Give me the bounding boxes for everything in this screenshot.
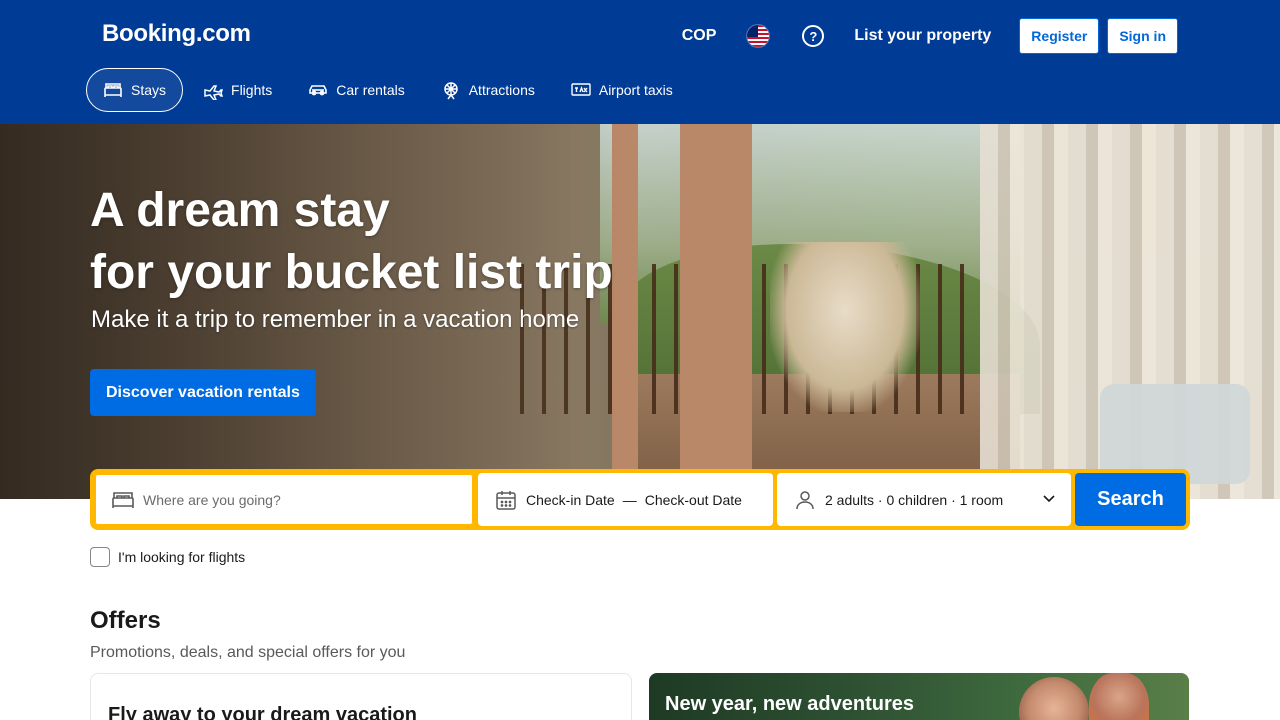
flights-checkbox[interactable]	[90, 547, 110, 567]
search-button[interactable]: Search	[1075, 473, 1186, 526]
car-icon	[308, 80, 328, 100]
currency-button[interactable]: COP	[670, 18, 729, 54]
register-button[interactable]: Register	[1019, 18, 1100, 54]
offer-card[interactable]: Fly away to your dream vacation	[90, 673, 632, 720]
hero-pillar	[680, 124, 752, 499]
hero-title-line2: for your bucket list trip	[90, 246, 613, 299]
date-separator: —	[622, 491, 637, 508]
nav-airport-taxis[interactable]: Airport taxis	[555, 68, 689, 112]
discover-vacation-rentals-button[interactable]: Discover vacation rentals	[90, 369, 316, 416]
hero-title-line1: A dream stay	[90, 184, 390, 237]
search-bar: Check-in Date — Check-out Date 2 adults …	[90, 469, 1190, 530]
nav-car-rentals-label: Car rentals	[336, 82, 405, 98]
us-flag-icon[interactable]	[746, 24, 771, 48]
nav-flights-label: Flights	[231, 82, 273, 98]
top-header: Booking.com COP ? List your property Reg…	[0, 0, 1280, 124]
list-property-link[interactable]: List your property	[842, 18, 1003, 54]
nav-car-rentals[interactable]: Car rentals	[292, 68, 420, 112]
flights-checkbox-label[interactable]: I'm looking for flights	[118, 549, 245, 565]
taxi-icon	[571, 80, 591, 100]
offers-heading: Offers	[90, 607, 161, 634]
dates-field[interactable]: Check-in Date — Check-out Date	[478, 473, 773, 526]
checkout-date[interactable]: Check-out Date	[645, 492, 742, 508]
flights-checkbox-row[interactable]: I'm looking for flights	[90, 547, 245, 567]
sign-in-button[interactable]: Sign in	[1107, 18, 1178, 54]
nav-attractions-label: Attractions	[468, 82, 535, 98]
offer-card-image	[1019, 677, 1089, 720]
occupancy-summary: 2 adults · 0 children · 1 room	[825, 491, 1004, 508]
booking-logo[interactable]: Booking.com	[102, 20, 251, 48]
nav-attractions[interactable]: Attractions	[425, 68, 551, 112]
plane-icon	[203, 80, 224, 100]
nav-stays-label: Stays	[131, 82, 167, 98]
offer-card[interactable]: New year, new adventures	[649, 673, 1189, 720]
hero-subtitle: Make it a trip to remember in a vacation…	[91, 306, 580, 333]
offer-card-title: New year, new adventures	[665, 693, 915, 715]
calendar-icon	[494, 488, 518, 512]
destination-field[interactable]	[94, 473, 474, 526]
offer-card-title: Fly away to your dream vacation	[108, 704, 417, 720]
bed-icon	[111, 488, 135, 512]
chevron-down-icon[interactable]	[1041, 490, 1057, 509]
bed-icon	[103, 80, 123, 100]
hero-title: A dream stay for your bucket list trip	[90, 180, 613, 304]
offers-subtitle: Promotions, deals, and special offers fo…	[90, 644, 406, 661]
offer-card-image	[1089, 673, 1149, 720]
ferris-wheel-icon	[441, 80, 461, 100]
nav-stays[interactable]: Stays	[86, 68, 184, 112]
nav-flights[interactable]: Flights	[187, 68, 288, 112]
help-icon[interactable]: ?	[802, 25, 825, 47]
occupancy-field[interactable]: 2 adults · 0 children · 1 room	[777, 473, 1071, 526]
product-nav: Stays Flights Car rentals Attractions Ai…	[86, 68, 693, 112]
nav-airport-taxis-label: Airport taxis	[598, 82, 673, 98]
hero-couple-image	[770, 242, 920, 412]
header-actions: COP ? List your property Register Sign i…	[670, 18, 1178, 54]
destination-input[interactable]	[143, 491, 443, 508]
checkin-date[interactable]: Check-in Date	[526, 492, 615, 508]
person-icon	[793, 488, 817, 512]
